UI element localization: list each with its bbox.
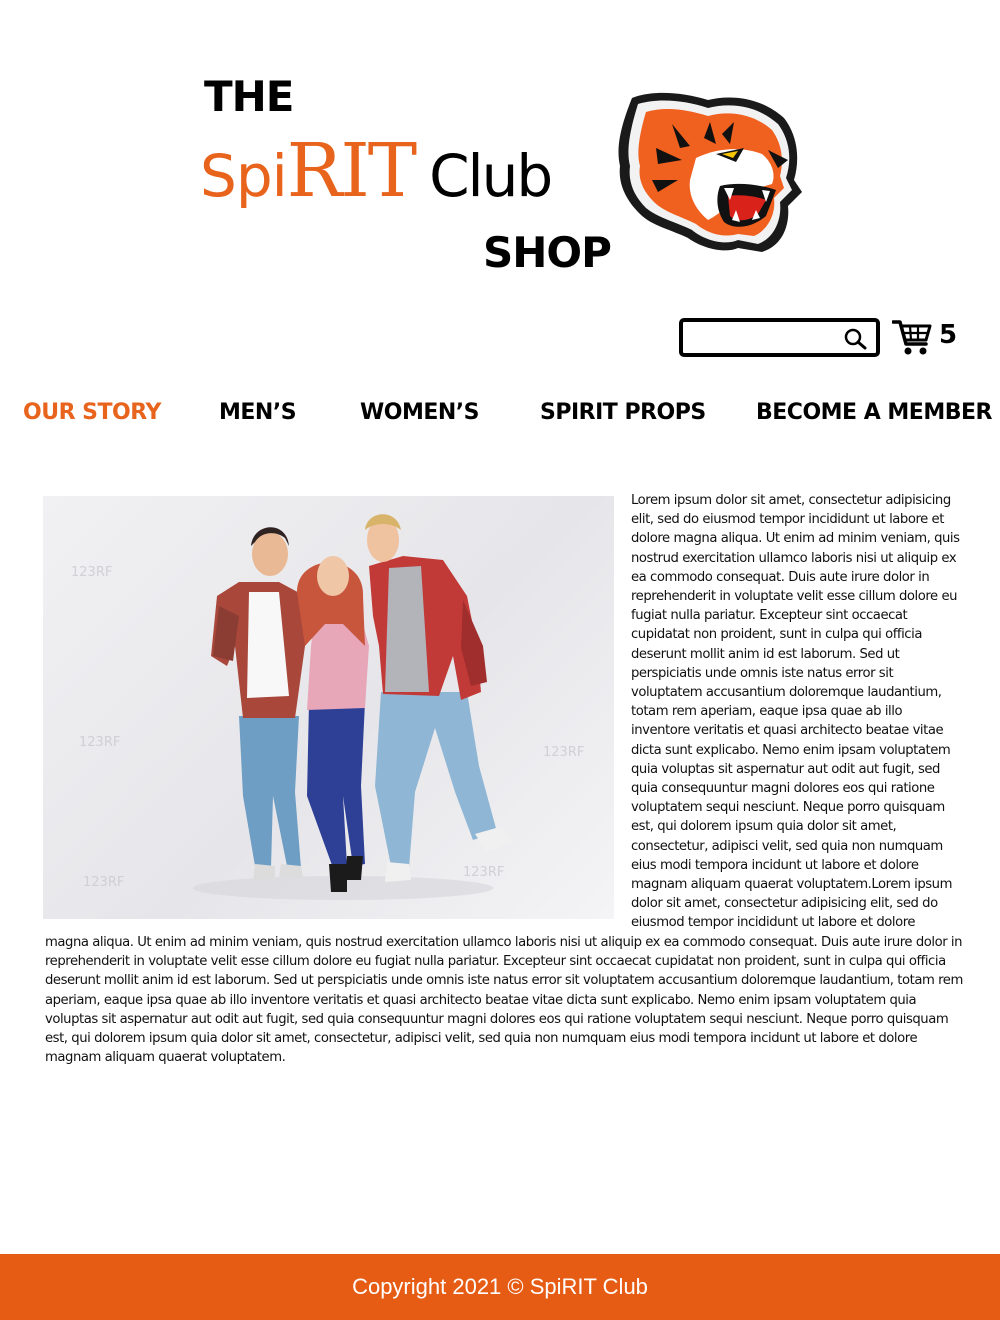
logo-text-the: THE bbox=[204, 72, 294, 121]
cart-count-badge: 5 bbox=[939, 320, 958, 350]
person-right bbox=[365, 514, 513, 882]
logo-wordmark: SpiRIT Club bbox=[200, 128, 553, 214]
copyright-text: Copyright 2021 © SpiRIT Club bbox=[352, 1274, 648, 1299]
person-left bbox=[211, 527, 305, 880]
watermark: 123RF bbox=[463, 865, 504, 880]
logo-text-shop: SHOP bbox=[483, 228, 612, 277]
tiger-head-icon bbox=[618, 92, 802, 253]
logo-text-club: Club bbox=[429, 142, 553, 210]
watermark: 123RF bbox=[543, 745, 584, 760]
story-text-right: Lorem ipsum dolor sit amet, consectetur … bbox=[631, 493, 960, 931]
story-photo: 123RF 123RF 123RF 123RF 123RF bbox=[43, 496, 614, 919]
nav-item-spirit-props[interactable]: SPIRIT PROPS bbox=[540, 400, 706, 425]
person-middle bbox=[297, 556, 369, 892]
watermark: 123RF bbox=[83, 875, 124, 890]
search-icon bbox=[844, 328, 867, 350]
logo-text-rit: RIT bbox=[286, 128, 417, 214]
watermark: 123RF bbox=[71, 565, 112, 580]
nav-item-mens[interactable]: MEN’S bbox=[219, 400, 297, 425]
logo-text-spi: Spi bbox=[200, 142, 288, 210]
search-input[interactable] bbox=[689, 326, 834, 350]
shopping-cart-icon[interactable] bbox=[892, 318, 932, 356]
story-text-bottom: magna aliqua. Ut enim ad minim veniam, q… bbox=[45, 935, 963, 1066]
nav-item-our-story[interactable]: OUR STORY bbox=[23, 400, 161, 425]
search-button[interactable] bbox=[842, 327, 868, 351]
watermark: 123RF bbox=[79, 735, 120, 750]
site-footer: Copyright 2021 © SpiRIT Club bbox=[0, 1254, 1000, 1320]
group-photo: 123RF 123RF 123RF 123RF 123RF bbox=[71, 514, 584, 900]
nav-item-become-a-member[interactable]: BECOME A MEMBER bbox=[756, 400, 992, 425]
search-bar bbox=[679, 318, 880, 357]
nav-item-womens[interactable]: WOMEN’S bbox=[360, 400, 480, 425]
